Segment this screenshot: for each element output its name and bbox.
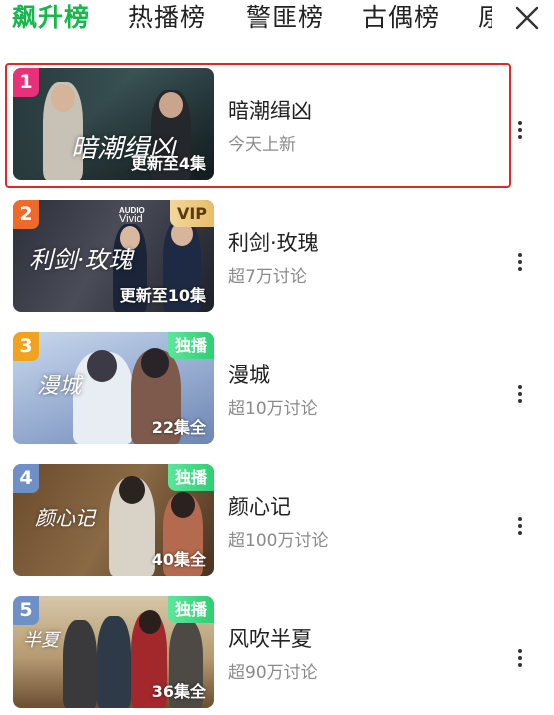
poster-title-art: 半夏 [23,630,59,651]
show-subtitle: 超10万讨论 [228,399,318,419]
show-title[interactable]: 风吹半夏 [228,623,312,653]
poster-thumbnail[interactable]: 暗潮缉凶 1 更新至4集 [13,68,214,180]
more-options-icon[interactable] [510,514,530,540]
list-item[interactable]: 利剑·玫瑰 AUDIO Vivid 2 VIP 更新至10集 利剑·玫瑰 超7万… [0,192,554,312]
vip-badge: VIP [169,200,214,227]
show-subtitle: 超100万讨论 [228,531,329,551]
show-title[interactable]: 颜心记 [228,491,291,521]
more-options-icon[interactable] [510,250,530,276]
rank-badge: 2 [13,200,39,229]
rank-badge: 4 [13,464,39,493]
category-tab-bar: 飙升榜 热播榜 警匪榜 古偶榜 原 [0,0,554,42]
list-item[interactable]: 颜心记 4 独播 40集全 颜心记 超100万讨论 [0,456,554,576]
poster-thumbnail[interactable]: 半夏 5 独播 36集全 [13,596,214,708]
show-subtitle: 今天上新 [228,135,296,155]
exclusive-badge: 独播 [167,464,214,491]
update-status: 更新至4集 [130,154,206,173]
exclusive-badge: 独播 [167,596,214,623]
tab-police[interactable]: 警匪榜 [246,0,324,40]
poster-thumbnail[interactable]: 颜心记 4 独播 40集全 [13,464,214,576]
exclusive-badge: 独播 [167,332,214,359]
update-status: 更新至10集 [119,286,206,305]
show-title[interactable]: 利剑·玫瑰 [228,227,319,257]
rank-badge: 5 [13,596,39,625]
poster-title-art: 颜心记 [35,506,95,530]
update-status: 36集全 [151,682,206,701]
list-item[interactable]: 半夏 5 独播 36集全 风吹半夏 超90万讨论 [0,588,554,708]
poster-title-art: 利剑·玫瑰 [29,246,133,274]
audio-vivid-badge: AUDIO Vivid [119,206,145,225]
show-title[interactable]: 暗潮缉凶 [228,95,312,125]
poster-thumbnail[interactable]: 利剑·玫瑰 AUDIO Vivid 2 VIP 更新至10集 [13,200,214,312]
poster-title-art: 漫城 [37,374,82,399]
tab-partial[interactable]: 原 [478,0,492,40]
show-title[interactable]: 漫城 [228,359,270,389]
more-options-icon[interactable] [510,382,530,408]
rank-badge: 3 [13,332,39,361]
poster-thumbnail[interactable]: 漫城 3 独播 22集全 [13,332,214,444]
list-item[interactable]: 暗潮缉凶 1 更新至4集 暗潮缉凶 今天上新 [0,60,554,188]
more-options-icon[interactable] [510,646,530,672]
more-options-icon[interactable] [510,118,530,144]
tab-soaring[interactable]: 飙升榜 [12,0,90,40]
show-subtitle: 超7万讨论 [228,267,307,287]
tab-hot[interactable]: 热播榜 [128,0,206,40]
update-status: 40集全 [151,550,206,569]
tab-costume[interactable]: 古偶榜 [362,0,440,40]
show-subtitle: 超90万讨论 [228,663,318,683]
list-item[interactable]: 漫城 3 独播 22集全 漫城 超10万讨论 [0,324,554,444]
rank-badge: 1 [13,68,39,97]
update-status: 22集全 [151,418,206,437]
close-icon[interactable] [514,5,540,31]
